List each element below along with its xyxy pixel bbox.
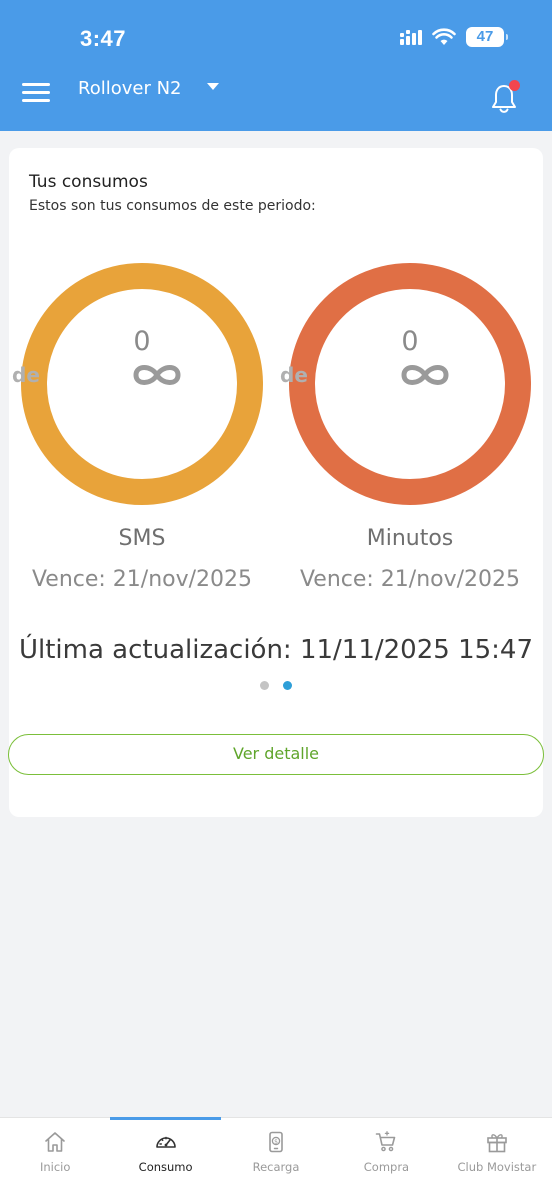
sms-label: SMS — [118, 526, 166, 551]
minutes-used-value: 0 — [401, 326, 419, 357]
line-selector-title[interactable]: Rollover N2 — [78, 78, 182, 99]
carousel-pagination — [9, 681, 543, 690]
minutes-expiry: Vence: 21/nov/2025 — [299, 567, 521, 592]
chevron-down-icon[interactable] — [207, 83, 219, 90]
minutes-of-label: de — [280, 363, 308, 387]
hamburger-menu-icon[interactable] — [22, 80, 52, 104]
minutes-limit: de — [280, 360, 540, 390]
wifi-icon — [432, 28, 456, 45]
gauge-icon — [155, 1136, 176, 1148]
nav-label: Recarga — [252, 1160, 300, 1174]
nav-label: Inicio — [39, 1160, 71, 1174]
cart-icon — [376, 1131, 396, 1152]
infinity-icon — [133, 365, 181, 385]
home-icon — [45, 1132, 66, 1152]
sms-used-value: 0 — [133, 326, 151, 357]
sms-of-label: de — [12, 363, 40, 387]
notification-badge — [509, 80, 520, 91]
nav-item-recarga[interactable]: $ Recarga — [221, 1118, 331, 1200]
cellular-signal-icon — [400, 30, 422, 45]
status-time: 3:47 — [80, 26, 127, 51]
sms-expiry: Vence: 21/nov/2025 — [31, 567, 253, 592]
battery-icon: 47 — [466, 27, 508, 47]
card-title: Tus consumos — [29, 172, 148, 192]
sms-gauge: 0 de SMS Vence: 21/nov/2025 — [12, 254, 272, 592]
carousel-dot-active[interactable] — [283, 681, 292, 690]
last-updated-text: Última actualización: 11/11/2025 15:47 — [18, 635, 534, 665]
consumption-card: Tus consumos Estos son tus consumos de e… — [8, 148, 544, 817]
app-header: 3:47 47 Rollover N2 — [0, 0, 552, 131]
minutes-label: Minutos — [366, 526, 454, 551]
minutes-gauge: 0 de Minutos Vence: 21/nov/2025 — [280, 254, 540, 592]
view-detail-button[interactable]: Ver detalle — [8, 734, 544, 775]
svg-text:$: $ — [274, 1138, 278, 1145]
nav-label: Club Movistar — [457, 1160, 537, 1174]
recharge-phone-icon: $ — [269, 1131, 283, 1153]
carousel-dot[interactable] — [260, 681, 269, 690]
nav-label: Compra — [363, 1160, 410, 1174]
bottom-nav: Inicio Consumo $ Recarga Compra Club Mov… — [0, 1117, 552, 1200]
card-subtitle: Estos son tus consumos de este periodo: — [29, 198, 316, 214]
gift-icon — [487, 1134, 507, 1153]
status-icons: 47 — [400, 27, 508, 47]
nav-label: Consumo — [138, 1160, 193, 1174]
nav-item-club-movistar[interactable]: Club Movistar — [442, 1118, 552, 1200]
infinity-icon — [401, 365, 449, 385]
sms-limit: de — [12, 360, 272, 390]
nav-item-consumo[interactable]: Consumo — [110, 1117, 222, 1200]
nav-item-inicio[interactable]: Inicio — [0, 1118, 110, 1200]
nav-item-compra[interactable]: Compra — [331, 1118, 441, 1200]
